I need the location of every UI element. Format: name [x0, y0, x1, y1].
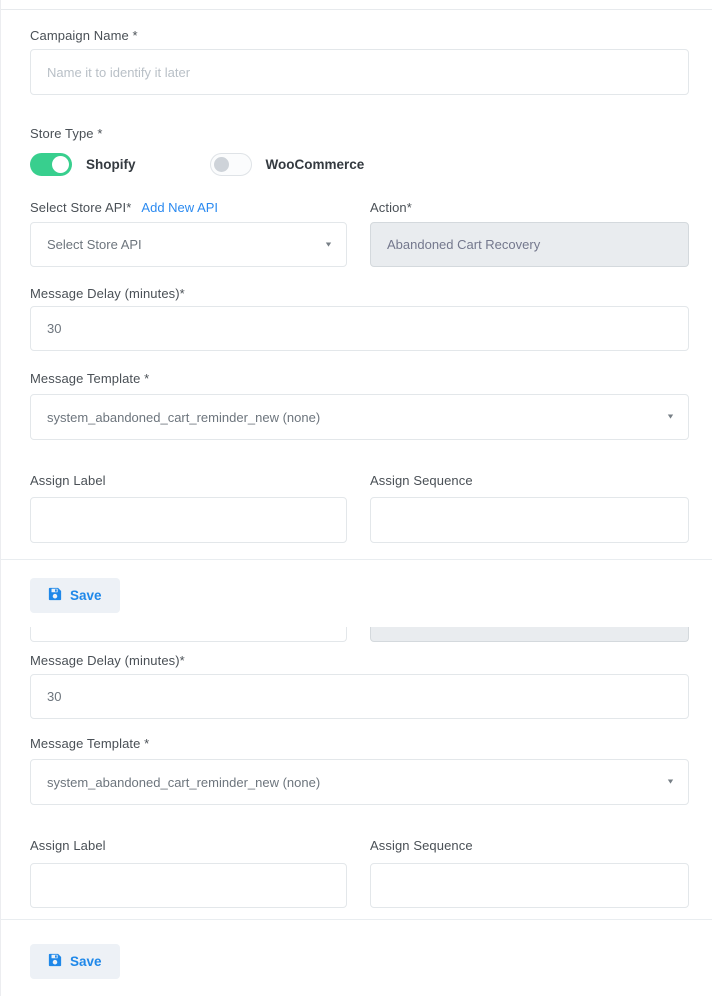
- save-button-label: Save: [70, 954, 102, 969]
- shopify-toggle[interactable]: [30, 153, 72, 176]
- shopify-toggle-label: Shopify: [86, 157, 136, 172]
- campaign-form-section-1: Campaign Name * Store Type * Shopify Woo…: [1, 10, 712, 543]
- message-template-field: Message Template * system_abandoned_cart…: [30, 371, 689, 440]
- clipped-inputs-row: [1, 627, 712, 642]
- campaign-form-section-2: Message Delay (minutes)* Message Templat…: [1, 642, 712, 908]
- message-delay-field: Message Delay (minutes)*: [30, 286, 689, 351]
- message-template-label: Message Template *: [30, 371, 689, 386]
- assign-sequence-input[interactable]: [370, 497, 689, 543]
- campaign-name-field: Campaign Name *: [30, 28, 689, 95]
- assign-row: Assign Label Assign Sequence: [30, 473, 689, 543]
- message-delay-label: Message Delay (minutes)*: [30, 286, 689, 301]
- message-delay-input[interactable]: [30, 674, 689, 719]
- action-value: Abandoned Cart Recovery: [387, 237, 540, 252]
- form2-footer: Save: [1, 920, 712, 979]
- save-button[interactable]: Save: [30, 578, 120, 613]
- message-delay-label: Message Delay (minutes)*: [30, 653, 689, 668]
- action-input-disabled: Abandoned Cart Recovery: [370, 222, 689, 267]
- toggle-knob: [214, 157, 229, 172]
- select-store-api-select-clipped[interactable]: [30, 627, 347, 642]
- assign-label-field: Assign Label: [30, 473, 347, 543]
- assign-sequence-field: Assign Sequence: [370, 473, 689, 543]
- save-icon: [48, 587, 62, 604]
- message-template-label: Message Template *: [30, 736, 689, 751]
- message-delay-input[interactable]: [30, 306, 689, 351]
- message-template-field-2: Message Template * system_abandoned_cart…: [30, 736, 689, 805]
- action-input-disabled-clipped: [370, 627, 689, 642]
- message-template-value: system_abandoned_cart_reminder_new (none…: [47, 775, 320, 790]
- assign-label-input[interactable]: [30, 497, 347, 543]
- assign-label-label: Assign Label: [30, 473, 347, 488]
- save-icon: [48, 953, 62, 970]
- woocommerce-toggle-label: WooCommerce: [266, 157, 365, 172]
- form1-footer: Save: [1, 560, 712, 613]
- campaign-name-label: Campaign Name *: [30, 28, 689, 43]
- woocommerce-toggle[interactable]: [210, 153, 252, 176]
- assign-row-2: Assign Label Assign Sequence: [30, 838, 689, 908]
- chevron-down-icon: ▼: [666, 414, 675, 421]
- select-store-api-value: Select Store API: [47, 237, 142, 252]
- message-template-select[interactable]: system_abandoned_cart_reminder_new (none…: [30, 759, 689, 805]
- message-template-value: system_abandoned_cart_reminder_new (none…: [47, 410, 320, 425]
- store-type-toggles: Shopify WooCommerce: [30, 153, 689, 176]
- save-button-label: Save: [70, 588, 102, 603]
- toggle-knob: [52, 156, 69, 173]
- assign-label-input[interactable]: [30, 863, 347, 908]
- store-api-action-row: Select Store API* Add New API Select Sto…: [30, 200, 689, 267]
- campaign-form-page: Campaign Name * Store Type * Shopify Woo…: [0, 0, 712, 996]
- save-button[interactable]: Save: [30, 944, 120, 979]
- action-field: Action* Abandoned Cart Recovery: [370, 200, 689, 267]
- message-template-select[interactable]: system_abandoned_cart_reminder_new (none…: [30, 394, 689, 440]
- select-store-api-select[interactable]: Select Store API ▼: [30, 222, 347, 267]
- chevron-down-icon: ▼: [666, 779, 675, 786]
- chevron-down-icon: ▼: [324, 241, 333, 248]
- assign-sequence-label: Assign Sequence: [370, 473, 689, 488]
- campaign-name-input[interactable]: [30, 49, 689, 95]
- card-top-border: [1, 0, 712, 10]
- assign-sequence-input[interactable]: [370, 863, 689, 908]
- assign-sequence-label: Assign Sequence: [370, 838, 689, 853]
- action-label: Action*: [370, 200, 689, 215]
- add-new-api-link[interactable]: Add New API: [141, 200, 218, 215]
- message-delay-field-2: Message Delay (minutes)*: [30, 653, 689, 719]
- assign-label-label: Assign Label: [30, 838, 347, 853]
- store-type-label: Store Type *: [30, 126, 689, 141]
- assign-sequence-field-2: Assign Sequence: [370, 838, 689, 908]
- select-store-api-field: Select Store API* Add New API Select Sto…: [30, 200, 347, 267]
- assign-label-field-2: Assign Label: [30, 838, 347, 908]
- store-type-field: Store Type * Shopify WooCommerce: [30, 126, 689, 176]
- select-store-api-label: Select Store API*: [30, 200, 131, 215]
